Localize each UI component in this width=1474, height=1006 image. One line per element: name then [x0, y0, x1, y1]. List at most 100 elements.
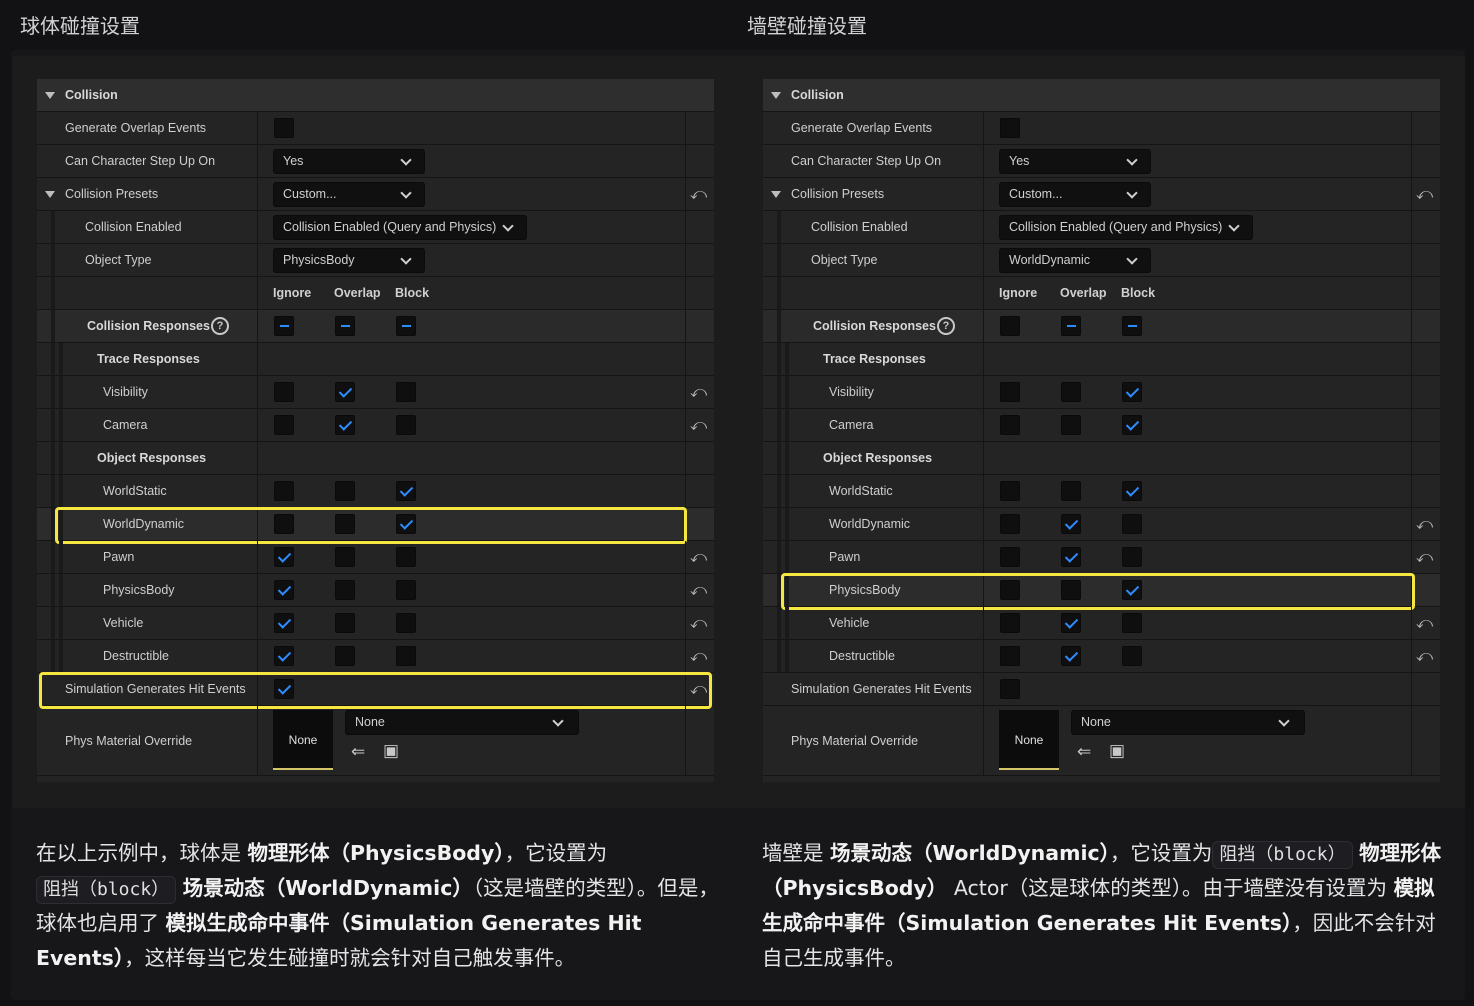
reset-arrow-icon[interactable]: ⤺: [690, 615, 707, 631]
reset-arrow-icon[interactable]: ⤺: [1416, 549, 1433, 565]
checkbox[interactable]: [1122, 316, 1142, 336]
indent-guide: [777, 409, 781, 441]
reset-column-divider: [1411, 145, 1412, 177]
dropdown[interactable]: Collision Enabled (Query and Physics): [273, 215, 527, 240]
checkbox[interactable]: [1061, 415, 1081, 435]
checkbox[interactable]: [274, 547, 294, 567]
checkbox[interactable]: [335, 415, 355, 435]
dropdown[interactable]: Yes: [273, 149, 425, 174]
chevron-down-icon: [1228, 220, 1240, 232]
column-divider: [983, 475, 984, 507]
material-thumbnail[interactable]: None: [999, 710, 1059, 770]
material-dropdown[interactable]: None: [345, 710, 579, 735]
checkbox[interactable]: [1000, 382, 1020, 402]
property-label: Collision: [791, 88, 844, 102]
checkbox[interactable]: [1061, 547, 1081, 567]
checkbox[interactable]: [1122, 415, 1142, 435]
checkbox[interactable]: [274, 316, 294, 336]
reset-arrow-icon[interactable]: ⤺: [1416, 186, 1433, 202]
checkbox[interactable]: [1061, 514, 1081, 534]
checkbox[interactable]: [1000, 547, 1020, 567]
reset-arrow-icon[interactable]: ⤺: [1416, 615, 1433, 631]
indent-guide: [59, 343, 63, 375]
checkbox[interactable]: [396, 613, 416, 633]
dropdown[interactable]: Yes: [999, 149, 1151, 174]
collapse-triangle-icon[interactable]: [771, 92, 781, 99]
checkbox[interactable]: [1061, 481, 1081, 501]
checkbox[interactable]: [335, 547, 355, 567]
material-dropdown[interactable]: None: [1071, 710, 1305, 735]
checkbox[interactable]: [1000, 613, 1020, 633]
checkbox[interactable]: [396, 646, 416, 666]
reset-arrow-icon[interactable]: ⤺: [690, 384, 707, 400]
reset-arrow-icon[interactable]: ⤺: [690, 582, 707, 598]
checkbox[interactable]: [274, 646, 294, 666]
property-row: Collision: [763, 79, 1440, 112]
checkbox[interactable]: [1122, 547, 1142, 567]
browse-folder-icon[interactable]: ▣: [1109, 741, 1125, 761]
dropdown[interactable]: Collision Enabled (Query and Physics): [999, 215, 1253, 240]
checkbox[interactable]: [396, 316, 416, 336]
checkbox[interactable]: [335, 316, 355, 336]
checkbox[interactable]: [1000, 415, 1020, 435]
checkbox[interactable]: [1000, 481, 1020, 501]
checkbox[interactable]: [1000, 646, 1020, 666]
checkbox[interactable]: [396, 580, 416, 600]
checkbox[interactable]: [1061, 646, 1081, 666]
collapse-triangle-icon[interactable]: [771, 191, 781, 198]
indent-guide: [777, 640, 781, 672]
reset-arrow-icon[interactable]: ⤺: [1416, 516, 1433, 532]
reset-column-divider: [1411, 706, 1412, 775]
checkbox[interactable]: [1122, 613, 1142, 633]
help-icon[interactable]: ?: [211, 317, 229, 335]
column-divider: [257, 640, 258, 672]
checkbox[interactable]: [1061, 316, 1081, 336]
collapse-triangle-icon[interactable]: [45, 92, 55, 99]
checkbox[interactable]: [335, 580, 355, 600]
collapse-triangle-icon[interactable]: [45, 191, 55, 198]
checkbox[interactable]: [1061, 382, 1081, 402]
dropdown[interactable]: WorldDynamic: [999, 248, 1151, 273]
checkbox[interactable]: [274, 382, 294, 402]
checkbox[interactable]: [396, 481, 416, 501]
use-selected-arrow-icon[interactable]: ⇐: [351, 742, 365, 762]
property-row: Collision Responses?: [763, 310, 1440, 343]
checkbox[interactable]: [1000, 118, 1020, 138]
chevron-down-icon: [502, 220, 514, 232]
checkbox[interactable]: [1000, 514, 1020, 534]
dropdown[interactable]: Custom...: [273, 182, 425, 207]
dropdown[interactable]: Custom...: [999, 182, 1151, 207]
inline-code: 阻挡（block）: [36, 876, 177, 904]
checkbox[interactable]: [274, 481, 294, 501]
checkbox[interactable]: [335, 481, 355, 501]
reset-arrow-icon[interactable]: ⤺: [690, 186, 707, 202]
checkbox[interactable]: [1122, 382, 1142, 402]
reset-arrow-icon[interactable]: ⤺: [690, 648, 707, 664]
checkbox[interactable]: [335, 613, 355, 633]
checkbox[interactable]: [1122, 514, 1142, 534]
help-icon[interactable]: ?: [937, 317, 955, 335]
browse-folder-icon[interactable]: ▣: [383, 741, 399, 761]
checkbox[interactable]: [274, 415, 294, 435]
material-thumbnail[interactable]: None: [273, 710, 333, 770]
reset-arrow-icon[interactable]: ⤺: [690, 417, 707, 433]
reset-arrow-icon[interactable]: ⤺: [690, 549, 707, 565]
checkbox[interactable]: [335, 646, 355, 666]
reset-column-divider: [685, 640, 686, 672]
checkbox[interactable]: [396, 547, 416, 567]
checkbox[interactable]: [1000, 316, 1020, 336]
dropdown[interactable]: PhysicsBody: [273, 248, 425, 273]
checkbox[interactable]: [396, 415, 416, 435]
checkbox[interactable]: [335, 382, 355, 402]
use-selected-arrow-icon[interactable]: ⇐: [1077, 742, 1091, 762]
checkbox[interactable]: [396, 382, 416, 402]
checkbox[interactable]: [274, 613, 294, 633]
checkbox[interactable]: [274, 118, 294, 138]
property-row: Generate Overlap Events: [37, 112, 714, 145]
checkbox[interactable]: [1122, 646, 1142, 666]
checkbox[interactable]: [1061, 613, 1081, 633]
checkbox[interactable]: [274, 580, 294, 600]
checkbox[interactable]: [1000, 679, 1020, 699]
reset-arrow-icon[interactable]: ⤺: [1416, 648, 1433, 664]
checkbox[interactable]: [1122, 481, 1142, 501]
